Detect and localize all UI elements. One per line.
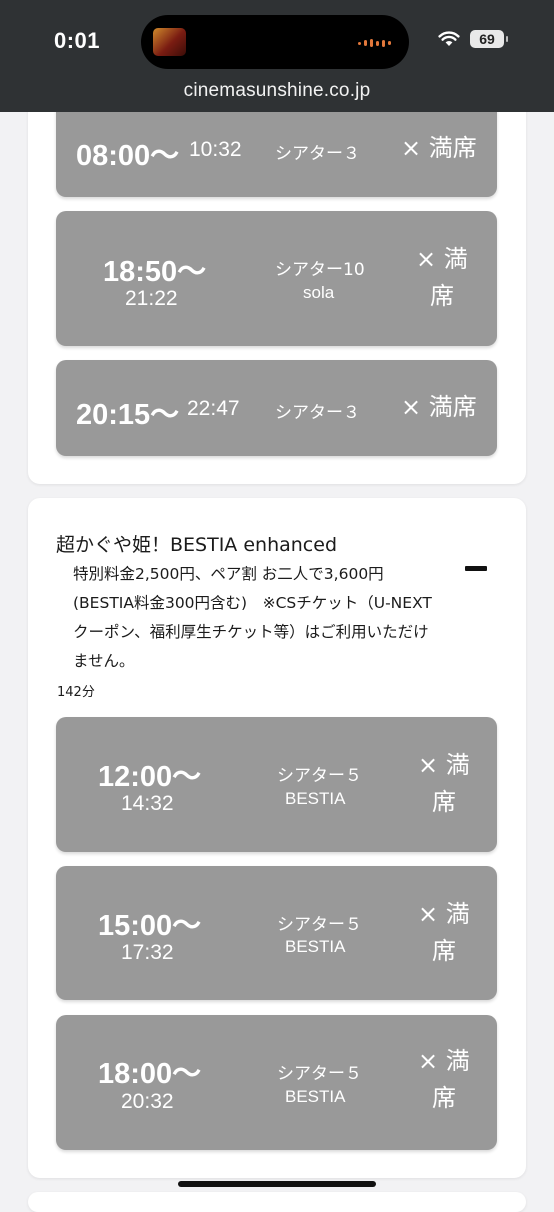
theater-name: シアター３ — [275, 403, 360, 423]
theater-name: シアター10 — [275, 260, 365, 280]
movie-card-next — [28, 1192, 526, 1212]
availability-status: × 満 席 — [418, 751, 470, 816]
availability-status: × 満席 — [401, 393, 477, 421]
audio-waveform-icon — [358, 39, 391, 47]
showtime-end: 10:32 — [189, 138, 242, 161]
availability-status: × 満 席 — [418, 900, 470, 965]
theater-name: シアター５ — [277, 915, 362, 935]
showtime-slot[interactable]: 12:00〜 14:32 シアター５ BESTIA × 満 席 — [56, 717, 497, 852]
showtime-start: 20:15〜 — [76, 399, 180, 431]
dynamic-island — [141, 15, 409, 69]
browser-top-bar: 0:01 69 cinemasunshine.co.jp — [0, 0, 554, 112]
screen-name: BESTIA — [285, 789, 346, 808]
showtime-start: 18:00〜 — [98, 1058, 202, 1090]
status-indicators: 69 — [438, 30, 508, 48]
collapse-minus-icon[interactable] — [465, 566, 487, 571]
showtime-slot[interactable]: 20:15〜 22:47 シアター３ × 満席 — [56, 360, 497, 456]
showtime-end: 17:32 — [121, 941, 174, 964]
availability-status: × 満 席 — [416, 245, 468, 310]
home-indicator[interactable] — [178, 1181, 376, 1187]
theater-name: シアター５ — [277, 766, 362, 786]
address-bar-url[interactable]: cinemasunshine.co.jp — [0, 80, 554, 102]
showtime-end: 14:32 — [121, 792, 174, 815]
now-playing-artwork-icon — [153, 28, 186, 56]
movie-pricing-note: 特別料金2,500円、ペア割 お二人で3,600円(BESTIA料金300円含む… — [73, 565, 432, 670]
screen-name: BESTIA — [285, 937, 346, 956]
movie-title[interactable]: 超かぐや姫！BESTIA enhanced — [56, 530, 337, 557]
showtime-start: 08:00〜 — [76, 140, 180, 172]
theater-name: シアター３ — [275, 144, 360, 164]
theater-name: シアター５ — [277, 1064, 362, 1084]
screen-name: sola — [303, 283, 335, 302]
showtime-slot[interactable]: 15:00〜 17:32 シアター５ BESTIA × 満 席 — [56, 866, 497, 1000]
showtime-end: 22:47 — [187, 397, 240, 420]
wifi-icon — [438, 31, 460, 46]
showtime-start: 18:50〜 — [103, 256, 207, 288]
showtime-end: 20:32 — [121, 1090, 174, 1113]
status-time: 0:01 — [54, 28, 101, 53]
showtime-slot[interactable]: 18:50〜 21:22 シアター10 sola × 満 席 — [56, 211, 497, 346]
screen-name: BESTIA — [285, 1087, 346, 1106]
showtime-slot[interactable]: 08:00〜 10:32 シアター３ × 満席 — [56, 100, 497, 197]
showtime-start: 12:00〜 — [98, 761, 202, 793]
availability-status: × 満席 — [401, 134, 477, 162]
showtime-end: 21:22 — [125, 287, 178, 310]
showtime-slot[interactable]: 18:00〜 20:32 シアター５ BESTIA × 満 席 — [56, 1015, 497, 1150]
battery-level: 69 — [479, 31, 495, 47]
availability-status: × 満 席 — [418, 1047, 470, 1112]
showtime-start: 15:00〜 — [98, 910, 202, 942]
battery-icon: 69 — [470, 30, 508, 48]
movie-runtime: 142分 — [57, 685, 95, 700]
